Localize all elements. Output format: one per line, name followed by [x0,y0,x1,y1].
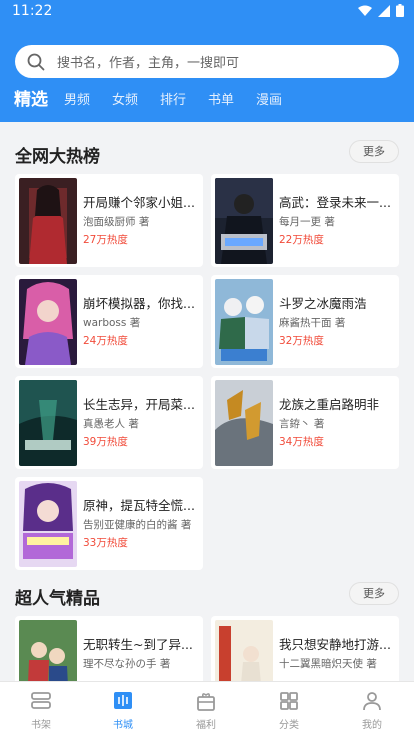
more-button[interactable]: 更多 [349,582,399,605]
app-header: 11:22 搜书名，作者，主角，一搜即可 精选 男频 女频 排行 书单 漫画 [0,0,414,122]
nav-bookshelf[interactable]: 书架 [0,682,82,737]
book-cover [215,178,273,264]
book-heat: 24万热度 [83,335,128,347]
tab-male[interactable]: 男频 [64,89,90,113]
book-author: warboss 著 [83,317,141,329]
book-card[interactable]: 高武：登录未来一... 每月一更 著 22万热度 [211,174,399,267]
profile-icon [363,692,381,711]
bookstore-icon [114,692,132,709]
book-card[interactable]: 无职转生~到了异... 理不尽な孙の手 著 [15,616,203,681]
book-card[interactable]: 开局赚个邻家小姐... 泡面级厨师 著 27万热度 [15,174,203,267]
book-author: 言銌丶 著 [279,418,325,430]
book-heat: 32万热度 [279,335,324,347]
book-card[interactable]: 龙族之重启路明非 言銌丶 著 34万热度 [211,376,399,469]
book-cover [19,620,77,681]
book-title: 我只想安静地打游... [279,637,391,652]
book-card[interactable]: 原神，提瓦特全慌... 告别亚健康的白的酱 著 33万热度 [15,477,203,570]
book-cover [215,279,273,365]
status-bar: 11:22 [0,0,414,26]
book-title: 龙族之重启路明非 [279,397,380,412]
bottom-navigation: 书架 书城 福利 分类 我的 [0,681,414,737]
main-content: 全网大热榜 更多 开局赚个邻家小姐... 泡面级厨师 著 27万热度 高武：登录… [0,122,414,681]
book-title: 原神，提瓦特全慌... [83,498,195,513]
book-title: 长生志异，开局菜... [83,397,195,412]
battery-icon [396,4,404,17]
book-card[interactable]: 崩坏模拟器，你找... warboss 著 24万热度 [15,275,203,368]
book-heat: 33万热度 [83,537,128,549]
book-cover [215,380,273,466]
section-title: 超人气精品 [15,589,100,609]
nav-label: 书城 [113,720,133,731]
book-author: 每月一更 著 [279,216,335,228]
book-title: 崩坏模拟器，你找... [83,296,195,311]
search-placeholder: 搜书名，作者，主角，一搜即可 [57,56,240,71]
nav-label: 分类 [279,720,299,731]
book-title: 高武：登录未来一... [279,195,391,210]
book-card[interactable]: 斗罗之冰魔雨浩 麻酱热干面 著 32万热度 [211,275,399,368]
nav-category[interactable]: 分类 [248,682,330,737]
book-card[interactable]: 我只想安静地打游... 十二翼黑暗炽天使 著 [211,616,399,681]
section-hot-ranking: 全网大热榜 更多 开局赚个邻家小姐... 泡面级厨师 著 27万热度 高武：登录… [0,122,414,582]
search-icon [27,53,45,70]
category-grid-icon [280,692,298,710]
gift-icon [197,693,215,711]
book-author: 理不尽な孙の手 著 [83,658,171,670]
bookshelf-icon [31,692,51,709]
section-title: 全网大热榜 [15,147,100,167]
more-button[interactable]: 更多 [349,140,399,163]
book-heat: 34万热度 [279,436,324,448]
book-card[interactable]: 长生志异，开局菜... 真愚老人 著 39万热度 [15,376,203,469]
nav-welfare[interactable]: 福利 [165,682,247,737]
tab-female[interactable]: 女频 [112,89,138,113]
nav-bookstore[interactable]: 书城 [82,682,164,737]
book-cover [19,279,77,365]
nav-label: 书架 [31,720,51,731]
section-popular-picks: 超人气精品 更多 无职转生~到了异... 理不尽な孙の手 著 我只想安静地打游.… [0,582,414,681]
category-tabs: 精选 男频 女频 排行 书单 漫画 [0,89,414,115]
book-heat: 22万热度 [279,234,324,246]
wifi-icon [358,5,372,16]
search-bar[interactable]: 搜书名，作者，主角，一搜即可 [15,45,399,78]
book-author: 告别亚健康的白的酱 著 [83,519,192,531]
tab-booklist[interactable]: 书单 [208,89,234,113]
tab-ranking[interactable]: 排行 [160,89,186,113]
book-cover [215,620,273,681]
book-title: 开局赚个邻家小姐... [83,195,195,210]
book-author: 泡面级厨师 著 [83,216,150,228]
book-heat: 27万热度 [83,234,128,246]
status-time: 11:22 [12,3,53,19]
book-cover [19,178,77,264]
book-heat: 39万热度 [83,436,128,448]
book-author: 真愚老人 著 [83,418,139,430]
nav-profile[interactable]: 我的 [331,682,413,737]
book-title: 无职转生~到了异... [83,637,193,652]
book-cover [19,380,77,466]
book-author: 麻酱热干面 著 [279,317,346,329]
tab-comics[interactable]: 漫画 [256,89,282,113]
book-cover [19,481,77,567]
book-author: 十二翼黑暗炽天使 著 [279,658,377,670]
nav-label: 福利 [196,720,216,731]
signal-icon [378,4,390,17]
book-title: 斗罗之冰魔雨浩 [279,296,367,311]
status-icons [358,4,404,17]
tab-featured[interactable]: 精选 [14,88,48,112]
nav-label: 我的 [362,720,382,731]
